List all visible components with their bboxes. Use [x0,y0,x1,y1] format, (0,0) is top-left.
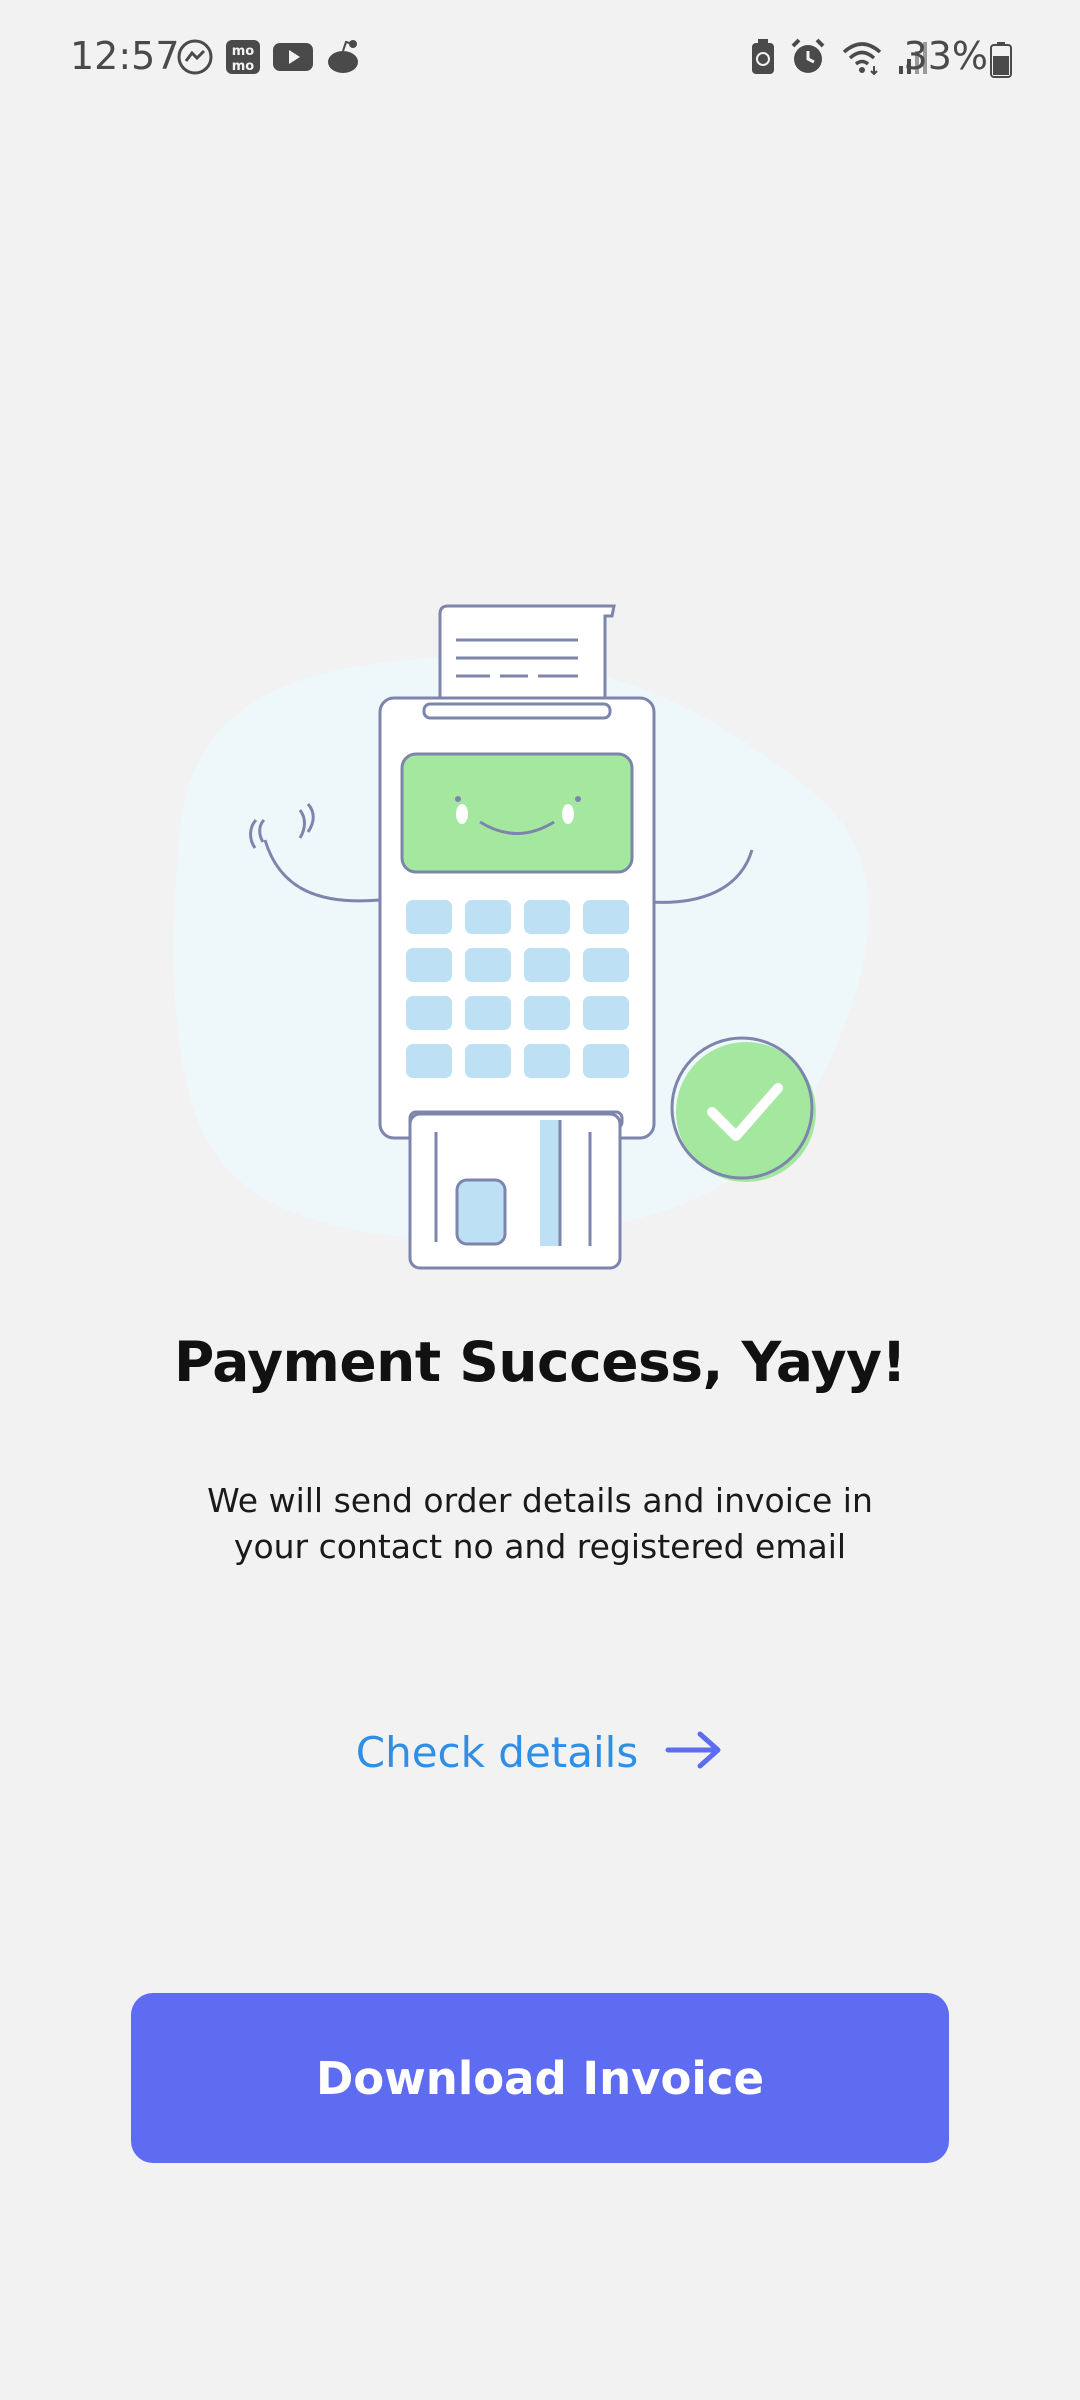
payment-terminal-illustration [160,600,920,1280]
wifi-icon [840,38,884,81]
alarm-icon [790,38,826,81]
reddit-icon [324,38,362,81]
svg-text:mo: mo [232,44,255,59]
youtube-icon [272,40,314,79]
page-subtitle: We will send order details and invoice i… [207,1481,873,1566]
status-bar: 12:57 mo mo 33% [0,0,1080,120]
page-title: Payment Success, Yayy! [173,1330,907,1394]
battery-icon [990,42,1012,83]
battery-saver-icon [750,38,776,81]
download-invoice-button[interactable]: Download Invoice [131,1993,949,2163]
battery-percent: 33% [903,34,988,78]
status-time: 12:57 [70,34,180,78]
messenger-icon [176,38,214,81]
terminal-screen [400,752,634,874]
arrow-right-icon [664,1728,724,1777]
notification-icons: mo mo [176,38,362,81]
momo-icon: mo mo [224,38,262,81]
svg-text:mo: mo [232,59,255,74]
check-details-label: Check details [355,1728,639,1777]
check-details-link[interactable]: Check details [0,1728,1080,1777]
